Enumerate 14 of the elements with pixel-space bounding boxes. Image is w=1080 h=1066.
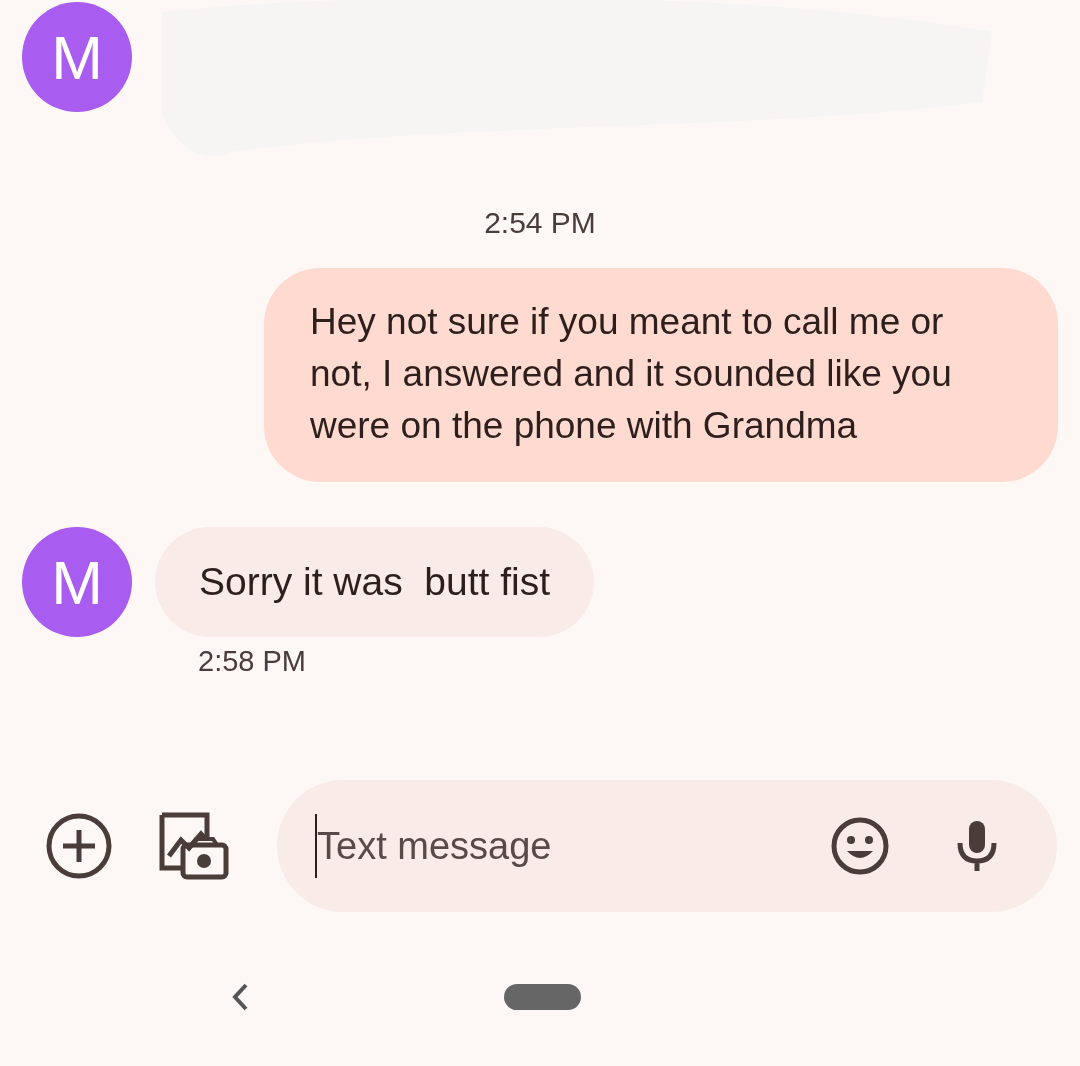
sent-message-bubble[interactable]: Hey not sure if you meant to call me or not, I answered and it sounded like you were on the phone with Grandma — [264, 268, 1058, 482]
contact-avatar[interactable]: M — [22, 527, 132, 637]
gallery-camera-icon[interactable] — [159, 812, 229, 880]
timestamp: 2:58 PM — [198, 645, 306, 677]
microphone-icon[interactable] — [955, 819, 999, 873]
home-handle[interactable] — [504, 984, 581, 1010]
text-cursor — [315, 814, 317, 878]
received-message-bubble[interactable]: Sorry it was butt fist — [155, 527, 595, 637]
contact-avatar[interactable]: M — [22, 2, 132, 112]
emoji-icon[interactable] — [831, 817, 889, 875]
add-icon[interactable] — [45, 812, 113, 880]
timestamp: 2:54 PM — [484, 206, 596, 239]
back-icon[interactable] — [230, 982, 250, 1012]
message-input-field[interactable]: Text message — [277, 780, 1057, 912]
